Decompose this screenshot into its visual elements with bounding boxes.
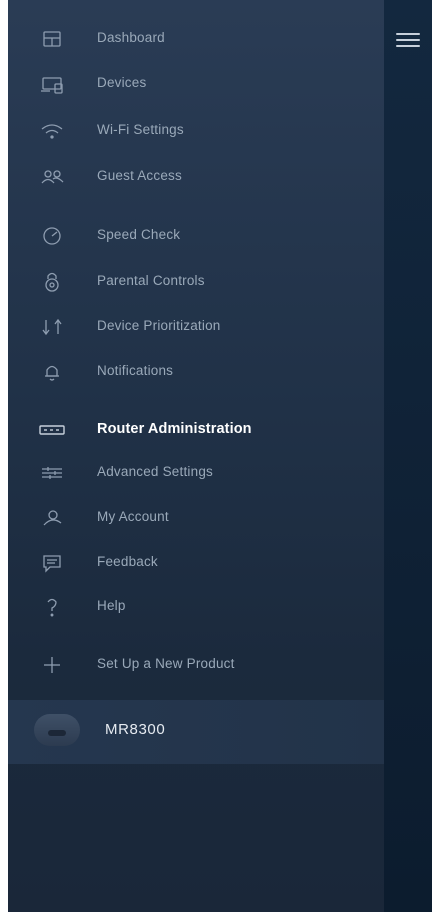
menu-item-label: Feedback [97,554,158,569]
plus-icon [38,651,66,679]
bell-icon [38,358,66,386]
menu-item-label: Guest Access [97,168,182,183]
router-icon [38,416,66,444]
menu-item-guest-access[interactable]: Guest Access [8,157,384,197]
menu-item-my-account[interactable]: My Account [8,498,384,538]
menu-item-label: Set Up a New Product [97,656,235,671]
menu-item-label: My Account [97,509,169,524]
menu-item-label: Router Administration [97,421,252,437]
menu-item-router-administration[interactable]: Router Administration [8,410,384,450]
hamburger-line [396,33,420,35]
menu-item-label: Advanced Settings [97,464,213,479]
menu-item-advanced-settings[interactable]: Advanced Settings [8,453,384,493]
dashboard-icon [38,25,66,53]
menu-item-notifications[interactable]: Notifications [8,352,384,392]
menu-item-label: Devices [97,75,147,90]
priority-arrows-icon [38,313,66,341]
app-screen: Dashboard Devices Wi-Fi Settings Guest A… [8,0,432,912]
hamburger-line [396,39,420,41]
feedback-icon [38,549,66,577]
hamburger-menu-icon[interactable] [394,30,422,50]
wifi-icon [38,117,66,145]
navigation-drawer: Dashboard Devices Wi-Fi Settings Guest A… [8,0,384,912]
menu-item-help[interactable]: Help [8,587,384,627]
devices-icon [38,70,66,98]
account-icon [38,504,66,532]
menu-item-feedback[interactable]: Feedback [8,543,384,583]
menu-item-label: Wi-Fi Settings [97,122,184,137]
help-icon [38,593,66,621]
device-card[interactable]: MR8300 [8,700,384,764]
device-name: MR8300 [105,721,166,738]
sliders-icon [38,459,66,487]
menu-item-label: Dashboard [97,30,165,45]
menu-item-speed-check[interactable]: Speed Check [8,216,384,256]
menu-item-label: Notifications [97,363,174,378]
menu-item-label: Parental Controls [97,273,205,288]
menu-item-dashboard[interactable]: Dashboard [8,19,384,59]
guest-access-icon [38,163,66,191]
menu-item-label: Device Prioritization [97,318,221,333]
router-thumbnail [34,714,80,746]
menu-item-parental-controls[interactable]: Parental Controls [8,262,384,302]
hamburger-line [396,45,420,47]
main-content-edge [384,0,432,912]
menu-item-set-up-new-product[interactable]: Set Up a New Product [8,645,384,685]
menu-item-label: Speed Check [97,227,181,242]
speedometer-icon [38,222,66,250]
menu-item-devices[interactable]: Devices [8,64,384,104]
menu-item-device-prioritization[interactable]: Device Prioritization [8,307,384,347]
menu-item-label: Help [97,598,126,613]
lock-icon [38,268,66,296]
menu-item-wifi-settings[interactable]: Wi-Fi Settings [8,111,384,151]
